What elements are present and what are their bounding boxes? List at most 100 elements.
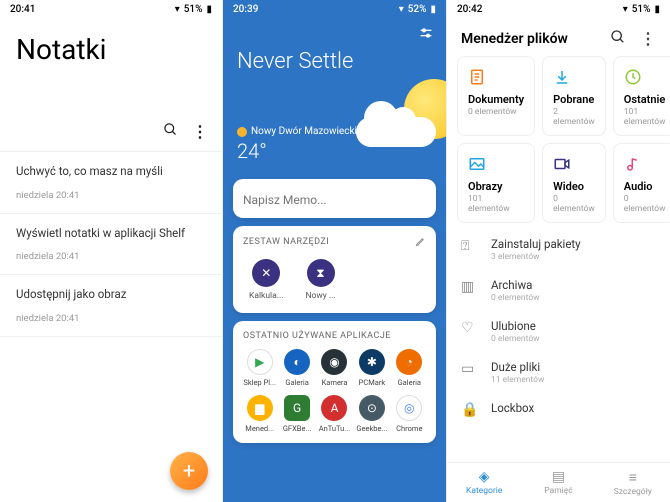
add-note-button[interactable]: + [170, 452, 208, 490]
settings-icon[interactable] [418, 25, 434, 41]
category-clock[interactable]: Ostatnie 101 elementów [613, 56, 670, 136]
app-item[interactable]: ▆ Mened... [243, 395, 276, 433]
app-item[interactable]: ◉ Kamera [318, 349, 351, 387]
app-label: Chrome [396, 424, 422, 433]
list-item[interactable]: 🔒 Lockbox [461, 393, 656, 426]
tab-label: Szczegóły [614, 487, 652, 497]
launcher-home: 20:39 ▾ 52% ▮ Never Settle Nowy Dwór Maz… [223, 0, 447, 502]
list-label: Ulubione [491, 319, 540, 333]
file-manager: 20:42 ▾ 51% ▮ Menedżer plików ⋮ Dokument… [447, 0, 670, 502]
category-count: 101 elementów [624, 107, 666, 127]
status-right: ▾ 52% ▮ [399, 4, 436, 15]
page-title: Notatki [0, 19, 222, 116]
toolkit-item[interactable]: ✕ Kalkula... [249, 259, 283, 301]
list-label: Zainstaluj pakiety [491, 237, 581, 251]
status-bar: 20:41 ▾ 51% ▮ [0, 0, 222, 19]
tab-pamięć[interactable]: ▤ Pamięć [521, 463, 595, 502]
app-icon: A [321, 395, 347, 421]
status-time: 20:42 [457, 4, 482, 15]
wifi-icon: ▾ [175, 4, 180, 15]
toolkit-card: ZESTAW NARZĘDZI ✕ Kalkula... ⧗ Nowy ... [233, 226, 436, 313]
app-label: PCMark [359, 378, 386, 387]
status-right: ▾ 51% ▮ [623, 4, 660, 15]
memo-card[interactable] [233, 179, 436, 218]
app-item[interactable]: ◔ Galeria [393, 349, 426, 387]
memo-input[interactable] [243, 193, 426, 207]
list-count: 3 elementów [491, 252, 581, 262]
app-item[interactable]: G GFXBe... [280, 395, 313, 433]
app-icon: ✱ [359, 349, 385, 375]
note-item[interactable]: Wyświetl notatki w aplikacji Shelf niedz… [0, 214, 222, 276]
notes-toolbar: ⋮ [0, 116, 222, 152]
list-item[interactable]: ⍰ Zainstaluj pakiety 3 elementów [461, 229, 656, 270]
more-icon[interactable]: ⋮ [192, 122, 208, 141]
tab-label: Pamięć [544, 486, 572, 496]
note-meta: niedziela 20:41 [16, 190, 206, 201]
page-title: Menedżer plików [461, 31, 568, 47]
launcher-header: Never Settle Nowy Dwór Mazowiecki Słonec… [223, 19, 446, 171]
toolkit-label: Kalkula... [249, 291, 283, 301]
status-time: 20:41 [10, 4, 35, 15]
tab-kategorie[interactable]: ◈ Kategorie [447, 463, 521, 502]
brand-text: Never Settle [237, 49, 432, 74]
list-label: Archiwa [491, 278, 540, 292]
app-item[interactable]: ◎ Chrome [393, 395, 426, 433]
tab-szczegóły[interactable]: ≡ Szczegóły [596, 463, 670, 502]
category-download[interactable]: Pobrane 2 elementów [542, 56, 606, 136]
clock-icon [624, 67, 666, 87]
battery-text: 51% [632, 4, 651, 15]
note-item[interactable]: Udostępnij jako obraz niedziela 20:41 [0, 275, 222, 337]
recent-apps-card: OSTATNIO UŻYWANE APLIKACJE ▶ Sklep Pl...… [233, 321, 436, 443]
note-title: Udostępnij jako obraz [16, 287, 206, 303]
recent-apps-grid: ▶ Sklep Pl... ◐ Galeria ◉ Kamera ✱ PCMar… [243, 349, 426, 433]
app-item[interactable]: A AnTuTu... [318, 395, 351, 433]
category-doc[interactable]: Dokumenty 0 elementów [457, 56, 535, 136]
app-item[interactable]: ⊙ Geekbe... [355, 395, 388, 433]
category-count: 0 elementów [553, 194, 595, 214]
category-audio[interactable]: Audio 0 elementów [613, 143, 670, 223]
more-icon[interactable]: ⋮ [640, 29, 656, 48]
list-count: 0 elementów [491, 293, 540, 303]
wifi-icon: ▾ [399, 4, 404, 15]
app-item[interactable]: ✱ PCMark [355, 349, 388, 387]
file-manager-header: Menedżer plików ⋮ [447, 19, 670, 56]
battery-text: 52% [408, 4, 427, 15]
tab-icon: ≡ [596, 469, 670, 486]
category-label: Ostatnie [624, 93, 666, 106]
category-grid: Dokumenty 0 elementów Pobrane 2 elementó… [447, 56, 670, 223]
category-count: 0 elementów [468, 107, 524, 117]
app-label: Mened... [245, 424, 274, 433]
app-icon: ⊙ [359, 395, 385, 421]
category-label: Obrazy [468, 180, 524, 193]
search-icon[interactable] [163, 122, 178, 141]
list-item[interactable]: ♡ Ulubione 0 elementów [461, 311, 656, 352]
heart-icon: ♡ [461, 320, 479, 336]
app-icon: ▆ [247, 395, 273, 421]
edit-icon[interactable] [415, 236, 426, 247]
note-meta: niedziela 20:41 [16, 251, 206, 262]
app-label: AnTuTu... [319, 424, 351, 433]
list-item[interactable]: ▥ Archiwa 0 elementów [461, 270, 656, 311]
recent-header: OSTATNIO UŻYWANE APLIKACJE [243, 331, 391, 341]
app-item[interactable]: ▶ Sklep Pl... [243, 349, 276, 387]
category-image[interactable]: Obrazy 101 elementów [457, 143, 535, 223]
category-count: 2 elementów [553, 107, 595, 127]
category-video[interactable]: Wideo 0 elementów [542, 143, 606, 223]
list-item[interactable]: ▭ Duże pliki 11 elementów [461, 352, 656, 393]
notes-app: 20:41 ▾ 51% ▮ Notatki ⋮ Uchwyć to, co ma… [0, 0, 223, 502]
category-label: Pobrane [553, 93, 595, 106]
battery-icon: ▮ [206, 4, 212, 15]
list-count: 11 elementów [491, 375, 544, 385]
wifi-icon: ▾ [623, 4, 628, 15]
status-bar: 20:39 ▾ 52% ▮ [223, 0, 446, 19]
app-label: Sklep Pl... [243, 378, 276, 387]
notes-list: Uchwyć to, co masz na myśli niedziela 20… [0, 152, 222, 337]
video-icon [553, 154, 595, 174]
toolkit-item[interactable]: ⧗ Nowy ... [305, 259, 335, 301]
bottom-tabs: ◈ Kategorie ▤ Pamięć ≡ Szczegóły [447, 462, 670, 502]
note-item[interactable]: Uchwyć to, co masz na myśli niedziela 20… [0, 152, 222, 214]
tab-label: Kategorie [466, 486, 502, 496]
search-icon[interactable] [610, 29, 626, 48]
app-item[interactable]: ◐ Galeria [280, 349, 313, 387]
cards-area: ZESTAW NARZĘDZI ✕ Kalkula... ⧗ Nowy ... … [223, 171, 446, 443]
